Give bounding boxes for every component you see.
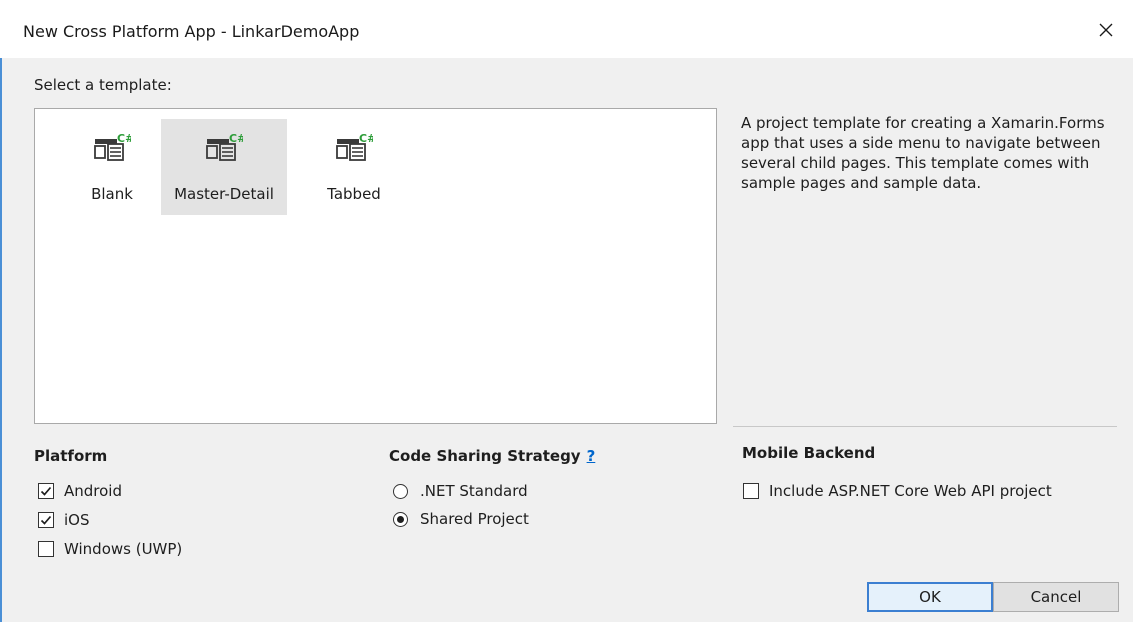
template-label: Blank [91, 185, 133, 203]
checkbox[interactable] [38, 483, 54, 499]
checkmark-icon [40, 515, 52, 525]
radio-button[interactable] [393, 483, 408, 499]
radio-label: Shared Project [420, 510, 529, 528]
cancel-button[interactable]: Cancel [993, 582, 1119, 612]
window-title: New Cross Platform App - LinkarDemoApp [23, 22, 360, 41]
divider [733, 426, 1117, 427]
platform-android-checkbox[interactable]: Android [38, 482, 122, 500]
template-label: Tabbed [327, 185, 381, 203]
ok-button[interactable]: OK [867, 582, 993, 612]
select-template-label: Select a template: [34, 76, 172, 94]
title-bar: New Cross Platform App - LinkarDemoApp [0, 0, 1133, 58]
xamarin-template-icon: C# [94, 132, 131, 161]
mobile-backend-title: Mobile Backend [742, 444, 876, 462]
checkbox-label: iOS [64, 511, 90, 529]
window-border [0, 58, 2, 622]
code-sharing-title-text: Code Sharing Strategy [389, 447, 581, 465]
template-list: C# Blank C# Master-Detail [34, 108, 717, 424]
checkbox-label: Include ASP.NET Core Web API project [769, 482, 1052, 500]
svg-text:C#: C# [229, 132, 243, 145]
checkbox[interactable] [743, 483, 759, 499]
template-blank[interactable]: C# Blank [49, 119, 175, 215]
include-web-api-checkbox[interactable]: Include ASP.NET Core Web API project [743, 482, 1052, 500]
template-description: A project template for creating a Xamari… [741, 114, 1105, 192]
radio-label: .NET Standard [420, 482, 528, 500]
xamarin-template-icon: C# [206, 132, 243, 161]
code-sharing-help-link[interactable]: ? [587, 447, 596, 465]
template-tabbed[interactable]: C# Tabbed [291, 119, 417, 215]
template-master-detail[interactable]: C# Master-Detail [161, 119, 287, 215]
close-icon [1099, 23, 1113, 37]
template-label: Master-Detail [174, 185, 274, 203]
checkmark-icon [40, 486, 52, 496]
checkbox-label: Android [64, 482, 122, 500]
platform-ios-checkbox[interactable]: iOS [38, 511, 90, 529]
code-sharing-net-standard-radio[interactable]: .NET Standard [393, 482, 528, 500]
checkbox[interactable] [38, 512, 54, 528]
radio-selected-dot [397, 515, 404, 523]
platform-uwp-checkbox[interactable]: Windows (UWP) [38, 540, 182, 558]
svg-text:C#: C# [359, 132, 373, 145]
svg-text:C#: C# [117, 132, 131, 145]
code-sharing-title: Code Sharing Strategy? [389, 447, 595, 465]
radio-button[interactable] [393, 511, 408, 527]
xamarin-template-icon: C# [336, 132, 373, 161]
checkbox[interactable] [38, 541, 54, 557]
close-button[interactable] [1085, 12, 1127, 48]
platform-title: Platform [34, 447, 108, 465]
code-sharing-shared-project-radio[interactable]: Shared Project [393, 510, 529, 528]
checkbox-label: Windows (UWP) [64, 540, 183, 558]
new-app-dialog: New Cross Platform App - LinkarDemoApp S… [0, 0, 1133, 622]
